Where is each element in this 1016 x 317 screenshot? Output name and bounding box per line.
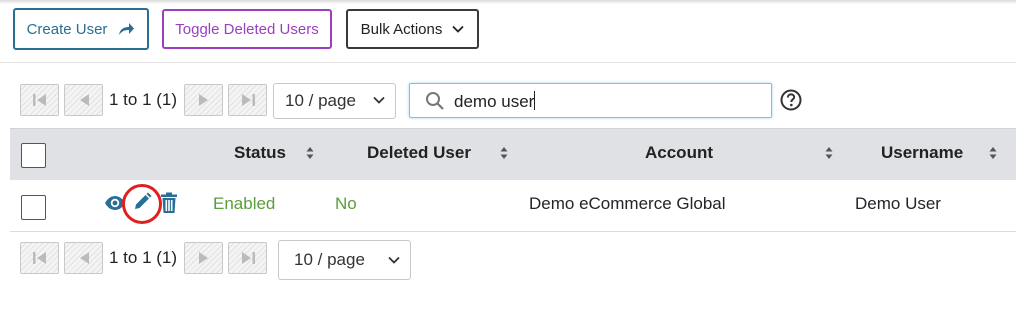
text-cursor bbox=[534, 91, 536, 110]
page-size-select-bottom[interactable]: 10 / page bbox=[278, 240, 411, 280]
toggle-deleted-users-label: Toggle Deleted Users bbox=[175, 20, 319, 38]
table-header: Status Deleted User Account Username bbox=[10, 128, 1016, 180]
next-page-icon bbox=[198, 94, 208, 106]
bulk-actions-button[interactable]: Bulk Actions bbox=[346, 9, 479, 49]
first-page-icon bbox=[32, 94, 46, 106]
page-size-value-bottom: 10 / page bbox=[294, 250, 365, 269]
account-cell: Demo eCommerce Global bbox=[529, 194, 726, 213]
search-input[interactable]: demo user bbox=[409, 83, 772, 118]
sort-icon[interactable] bbox=[306, 146, 314, 160]
column-header-status[interactable]: Status bbox=[234, 143, 286, 163]
page-size-select[interactable]: 10 / page bbox=[273, 83, 396, 119]
first-page-icon bbox=[32, 252, 46, 264]
create-user-button[interactable]: Create User bbox=[13, 8, 149, 50]
column-header-deleted-user[interactable]: Deleted User bbox=[367, 143, 471, 163]
toolbar-divider bbox=[0, 62, 1016, 63]
last-page-icon bbox=[241, 252, 255, 264]
help-circle-icon[interactable] bbox=[780, 89, 802, 111]
username-cell: Demo User bbox=[855, 194, 941, 213]
search-value: demo user bbox=[454, 92, 535, 111]
page-size-value: 10 / page bbox=[285, 91, 356, 110]
sort-icon[interactable] bbox=[825, 146, 833, 160]
first-page-button-bottom[interactable] bbox=[20, 242, 59, 274]
prev-page-icon bbox=[79, 252, 89, 264]
row-checkbox[interactable] bbox=[21, 195, 46, 220]
column-header-username[interactable]: Username bbox=[881, 143, 963, 163]
prev-page-icon bbox=[79, 94, 89, 106]
bulk-actions-label: Bulk Actions bbox=[360, 20, 443, 38]
top-shadow bbox=[0, 0, 1016, 4]
edit-highlight-circle bbox=[122, 184, 162, 224]
status-cell: Enabled bbox=[213, 194, 276, 213]
next-page-icon bbox=[198, 252, 208, 264]
last-page-button[interactable] bbox=[228, 84, 267, 116]
next-page-button[interactable] bbox=[184, 84, 223, 116]
search-icon bbox=[426, 92, 444, 110]
share-arrow-icon bbox=[119, 23, 135, 35]
deleted-user-cell: No bbox=[335, 194, 357, 213]
pagination-range-bottom: 1 to 1 (1) bbox=[109, 248, 178, 267]
chevron-down-icon bbox=[452, 25, 464, 33]
chevron-down-icon bbox=[373, 96, 385, 104]
create-user-label: Create User bbox=[26, 20, 108, 38]
first-page-button[interactable] bbox=[20, 84, 59, 116]
prev-page-button[interactable] bbox=[64, 84, 103, 116]
last-page-button-bottom[interactable] bbox=[228, 242, 267, 274]
chevron-down-icon bbox=[388, 256, 400, 264]
toggle-deleted-users-button[interactable]: Toggle Deleted Users bbox=[162, 9, 332, 49]
pagination-range: 1 to 1 (1) bbox=[109, 90, 178, 109]
trash-icon[interactable] bbox=[160, 192, 178, 214]
column-header-account[interactable]: Account bbox=[645, 143, 713, 163]
next-page-button-bottom[interactable] bbox=[184, 242, 223, 274]
select-all-checkbox[interactable] bbox=[21, 143, 46, 168]
sort-icon[interactable] bbox=[989, 146, 997, 160]
prev-page-button-bottom[interactable] bbox=[64, 242, 103, 274]
last-page-icon bbox=[241, 94, 255, 106]
sort-icon[interactable] bbox=[500, 146, 508, 160]
